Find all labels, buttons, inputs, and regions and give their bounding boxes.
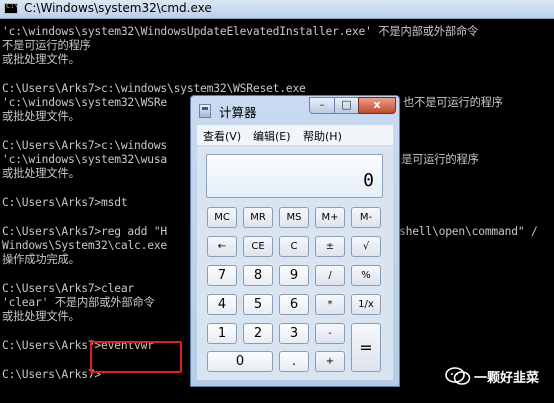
key-multiply[interactable]: *: [315, 294, 345, 315]
key-reciprocal[interactable]: 1/x: [351, 294, 381, 315]
key-backspace[interactable]: ←: [207, 236, 237, 257]
key-m-plus[interactable]: M+: [315, 207, 345, 228]
console-line: 或批处理文件。: [2, 167, 80, 180]
console-line: C:\Users\Arks7>msdt: [2, 196, 128, 209]
wechat-icon: [445, 367, 471, 385]
key-mc[interactable]: MC: [207, 207, 237, 228]
console-line: C:\Users\Arks7>c:\windows: [2, 139, 168, 152]
key-m-minus[interactable]: M-: [351, 207, 381, 228]
console-line: 'c:\windows\system32\WSRe: [2, 96, 168, 109]
calculator-menubar: 查看(V) 编辑(E) 帮助(H): [197, 125, 393, 145]
console-line: 或批处理文件。: [2, 53, 80, 66]
key-0[interactable]: 0: [207, 351, 273, 372]
key-divide[interactable]: /: [315, 265, 345, 286]
red-highlight-box: [90, 341, 182, 373]
console-line: Windows\System32\calc.exe: [2, 239, 168, 252]
watermark-text: 一颗好韭菜: [474, 371, 540, 386]
key-mr[interactable]: MR: [243, 207, 273, 228]
key-ms[interactable]: MS: [279, 207, 309, 228]
key-4[interactable]: 4: [207, 294, 237, 315]
calculator-display: 0: [206, 154, 383, 198]
menu-view[interactable]: 查看(V): [203, 128, 241, 144]
key-negate[interactable]: ±: [315, 236, 345, 257]
console-line: 'clear' 不是内部或外部命令: [2, 296, 155, 309]
key-8[interactable]: 8: [243, 265, 273, 286]
console-line: 或批处理文件。: [2, 310, 80, 323]
console-line: 'c:\windows\system32\WindowsUpdateElevat…: [2, 25, 479, 38]
key-decimal[interactable]: .: [279, 351, 309, 372]
maximize-button[interactable]: □: [334, 97, 359, 114]
key-sqrt[interactable]: √: [351, 236, 381, 257]
key-5[interactable]: 5: [243, 294, 273, 315]
console-line: C:\Users\Arks7>c:\windows\system32\WSRes…: [2, 82, 306, 95]
display-value: 0: [363, 170, 374, 191]
cmd-titlebar[interactable]: C:\Windows\system32\cmd.exe: [0, 0, 554, 19]
key-percent[interactable]: %: [351, 265, 381, 286]
key-add[interactable]: +: [315, 351, 345, 372]
console-line-fragment: shell\open\command" /: [399, 225, 538, 238]
console-line: C:\Users\Arks7>: [2, 368, 102, 381]
key-9[interactable]: 9: [279, 265, 309, 286]
key-6[interactable]: 6: [279, 294, 309, 315]
key-1[interactable]: 1: [207, 323, 237, 344]
key-7[interactable]: 7: [207, 265, 237, 286]
calculator-window[interactable]: 计算器 – □ x 查看(V) 编辑(E) 帮助(H) 0 MC MR MS M…: [190, 95, 400, 387]
key-2[interactable]: 2: [243, 323, 273, 344]
key-ce[interactable]: CE: [243, 236, 273, 257]
console-line-fragment: 是可运行的程序: [401, 153, 479, 166]
console-line: 操作成功完成。: [2, 253, 80, 266]
calculator-title: 计算器: [219, 105, 257, 120]
console-line: 不是可运行的程序: [2, 39, 91, 52]
calculator-icon: [199, 104, 211, 118]
calculator-body: 0 MC MR MS M+ M- ← CE C ± √ 7 8 9 / % 4 …: [197, 146, 393, 380]
console-line: C:\Users\Arks7>clear: [2, 282, 135, 295]
console-line: 'c:\windows\system32\wusa: [2, 153, 168, 166]
cmd-icon: [4, 2, 19, 14]
cmd-window-title: C:\Windows\system32\cmd.exe: [24, 1, 212, 15]
menu-edit[interactable]: 编辑(E): [253, 128, 291, 144]
key-equals[interactable]: =: [351, 323, 381, 372]
key-c[interactable]: C: [279, 236, 309, 257]
menu-help[interactable]: 帮助(H): [303, 128, 342, 144]
console-line: 或批处理文件。: [2, 110, 80, 123]
key-3[interactable]: 3: [279, 323, 309, 344]
close-button[interactable]: x: [358, 97, 396, 114]
console-line-fragment: 也不是可运行的程序: [403, 96, 503, 109]
minimize-button[interactable]: –: [309, 97, 335, 114]
key-subtract[interactable]: -: [315, 323, 345, 344]
console-line: C:\Users\Arks7>reg add "H: [2, 225, 168, 238]
